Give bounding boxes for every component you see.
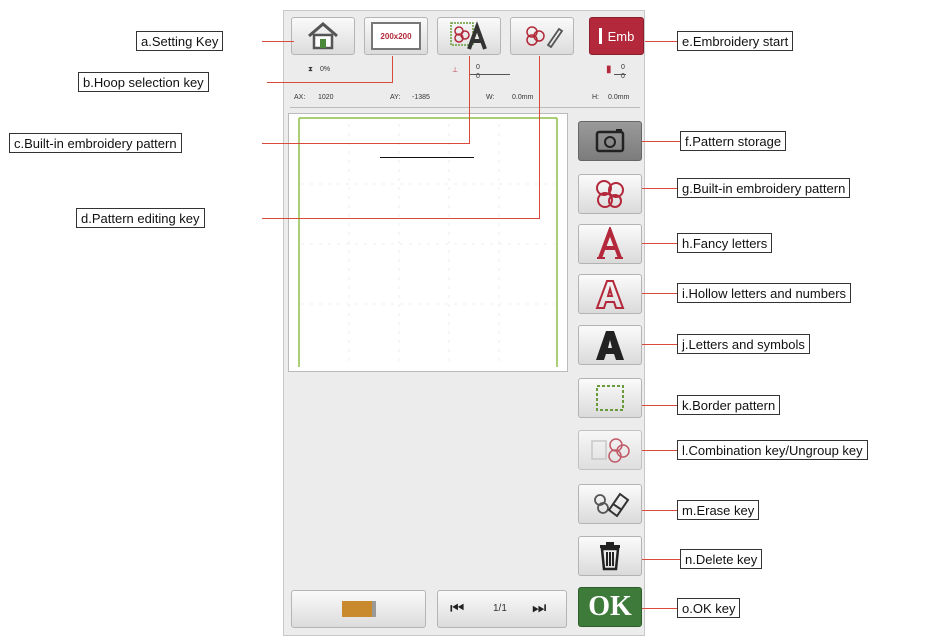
flower-icon xyxy=(596,180,624,208)
info-row-2: AX: 1020 AY: -1385 W: 0.0mm H: 0.0mm xyxy=(290,94,640,106)
callout-hollow-letters: i.Hollow letters and numbers xyxy=(677,283,852,303)
callout-delete-key: n.Delete key xyxy=(680,549,763,569)
leader-c-black xyxy=(380,157,474,158)
fancy-a-icon xyxy=(597,227,623,259)
builtin-pattern-button[interactable] xyxy=(437,17,501,55)
embroidery-canvas[interactable] xyxy=(288,113,568,372)
leader-m xyxy=(642,510,677,511)
pattern-editing-button[interactable] xyxy=(510,17,574,55)
hourglass-icon: ⧗ xyxy=(308,66,313,73)
callout-ok-key: o.OK key xyxy=(677,598,741,618)
hollow-letters-button[interactable] xyxy=(578,274,642,314)
info-row-1: ⧗ 0% ⊥ 0 0 ▮ 0 0 xyxy=(290,64,640,80)
erase-key-button[interactable] xyxy=(578,484,642,524)
setting-key-button[interactable] xyxy=(291,17,355,55)
hoop-icon: 200x200 xyxy=(371,22,421,50)
first-page-icon[interactable]: ⏮ xyxy=(450,600,464,618)
h-label: H: xyxy=(592,94,599,101)
home-icon xyxy=(308,22,338,50)
hoop-selection-button[interactable]: 200x200 xyxy=(364,17,428,55)
needle-icon xyxy=(598,28,602,44)
combination-key-button[interactable] xyxy=(578,430,642,470)
leader-b-v xyxy=(392,56,393,83)
pager: ⏮ 1/1 ⏭ xyxy=(437,590,567,628)
delete-key-button[interactable] xyxy=(578,536,642,576)
hoop-size-label: 200x200 xyxy=(380,31,412,41)
ax-label: AX: xyxy=(294,94,306,101)
leader-g xyxy=(642,188,677,189)
leader-c xyxy=(262,143,470,144)
emb-label: Emb xyxy=(607,28,635,44)
leader-e xyxy=(645,41,677,42)
stitch-current: 0 xyxy=(476,64,480,71)
ax-value: 1020 xyxy=(318,94,334,101)
embroidery-start-button[interactable]: Emb xyxy=(589,17,644,55)
callout-erase-key: m.Erase key xyxy=(677,500,760,520)
ok-label: OK xyxy=(588,591,632,622)
pattern-storage-button[interactable] xyxy=(578,121,642,161)
fancy-letters-button[interactable] xyxy=(578,224,642,264)
stitch-divider xyxy=(470,74,510,75)
border-pattern-button[interactable] xyxy=(578,378,642,418)
callout-builtin-pattern: g.Built-in embroidery pattern xyxy=(677,178,851,198)
info-divider xyxy=(290,107,640,108)
flower-pencil-icon xyxy=(526,26,564,49)
leader-a xyxy=(262,41,294,42)
hoop-grid xyxy=(298,117,558,367)
page-indicator: 1/1 xyxy=(493,603,507,614)
leader-d xyxy=(262,218,540,219)
thread-icon: ▮ xyxy=(606,64,612,75)
w-label: W: xyxy=(486,94,495,101)
leader-b xyxy=(267,82,393,83)
builtin-pattern-side-button[interactable] xyxy=(578,174,642,214)
leader-o xyxy=(642,608,677,609)
callout-builtin-pattern-top: c.Built-in embroidery pattern xyxy=(9,133,182,153)
leader-k xyxy=(642,405,677,406)
leader-d-v xyxy=(539,56,540,219)
border-icon xyxy=(596,385,624,411)
leader-c-v xyxy=(469,56,470,144)
storage-icon xyxy=(595,129,625,153)
hollow-a-icon xyxy=(595,280,625,309)
last-page-icon[interactable]: ⏭ xyxy=(532,600,546,618)
trash-icon xyxy=(600,542,620,571)
callout-setting-key: a.Setting Key xyxy=(136,31,224,51)
leader-f xyxy=(642,141,680,142)
stitch-icon: ⊥ xyxy=(452,67,459,74)
ay-value: -1385 xyxy=(412,94,430,101)
leader-j xyxy=(642,344,677,345)
callout-embroidery-start: e.Embroidery start xyxy=(677,31,794,51)
leader-i xyxy=(642,293,677,294)
color-divider xyxy=(614,74,626,75)
erase-icon xyxy=(594,492,630,518)
callout-letters-symbols: j.Letters and symbols xyxy=(677,334,810,354)
letter-a-icon xyxy=(596,331,624,360)
leader-h xyxy=(642,243,677,244)
color-current: 0 xyxy=(621,64,625,71)
leader-n xyxy=(642,559,680,560)
callout-border-pattern: k.Border pattern xyxy=(677,395,781,415)
callout-fancy-letters: h.Fancy letters xyxy=(677,233,773,253)
zoom-value: 0% xyxy=(320,66,331,73)
w-value: 0.0mm xyxy=(512,94,534,101)
flower-letter-icon xyxy=(450,21,487,50)
h-value: 0.0mm xyxy=(608,94,630,101)
callout-pattern-editing: d.Pattern editing key xyxy=(76,208,205,228)
callout-pattern-storage: f.Pattern storage xyxy=(680,131,787,151)
battery-icon xyxy=(341,601,376,617)
battery-button[interactable] xyxy=(291,590,426,628)
callout-combination-key: l.Combination key/Ungroup key xyxy=(677,440,868,460)
ok-key-button[interactable]: OK xyxy=(578,587,642,627)
callout-hoop-selection: b.Hoop selection key xyxy=(78,72,209,92)
ay-label: AY: xyxy=(390,94,401,101)
leader-l xyxy=(642,450,677,451)
combination-icon xyxy=(591,438,630,463)
letters-symbols-button[interactable] xyxy=(578,325,642,365)
